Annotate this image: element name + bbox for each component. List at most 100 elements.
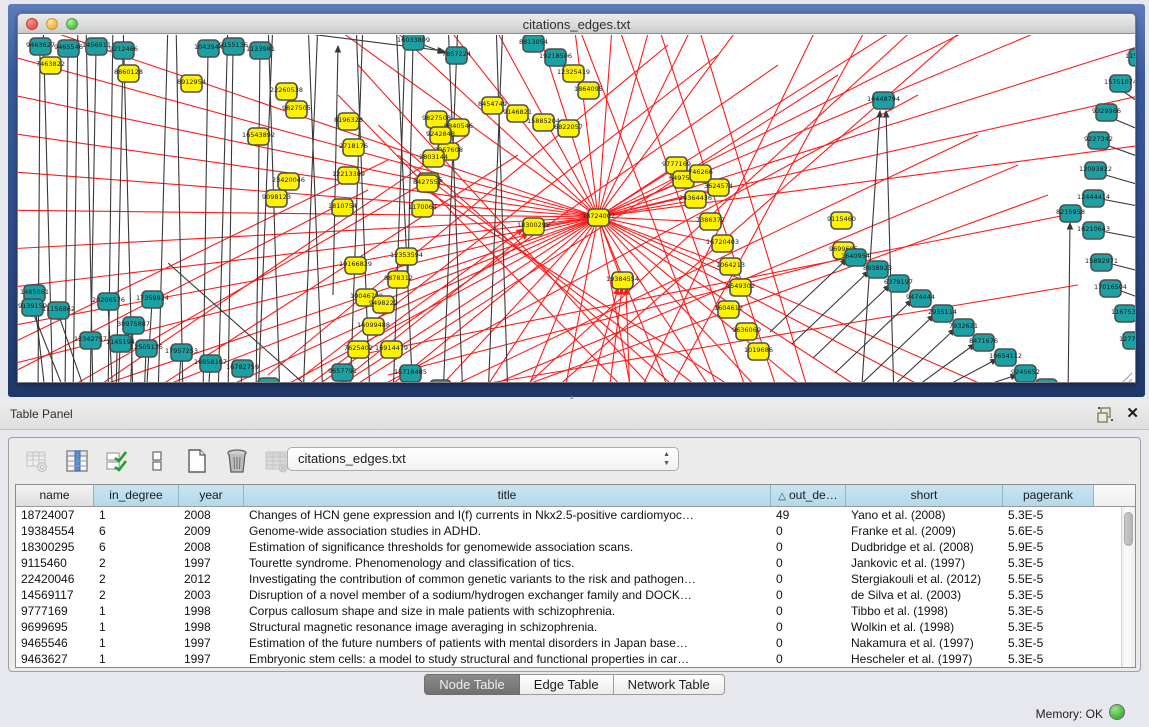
network-node[interactable]: 9155136 <box>219 38 248 55</box>
network-node[interactable]: 9245652 <box>1011 365 1040 382</box>
new-column-button[interactable] <box>183 447 211 475</box>
toggle-row-height-button[interactable] <box>143 447 171 475</box>
select-all-rows-button[interactable] <box>103 447 131 475</box>
column-header-pagerank[interactable]: pagerank <box>1003 485 1094 506</box>
table-row[interactable]: 977716911998Corpus callosum shape and si… <box>16 603 1121 619</box>
table-row[interactable]: 946554611997Estimation of the future num… <box>16 635 1121 651</box>
network-node[interactable]: 1604612 <box>714 301 743 318</box>
network-node[interactable]: 7463822 <box>36 57 65 74</box>
column-header-title[interactable]: title <box>244 485 771 506</box>
network-node[interactable]: 9636069 <box>732 323 761 340</box>
network-node[interactable]: 16543892 <box>242 128 275 145</box>
network-node[interactable]: 8427552 <box>413 175 442 192</box>
network-canvas[interactable]: 1872400774638228860128891295422260538982… <box>18 35 1135 382</box>
network-node[interactable]: 8196328 <box>334 113 363 130</box>
network-node[interactable]: 9657791 <box>328 364 357 381</box>
network-node[interactable]: 8860128 <box>114 65 143 82</box>
network-node[interactable]: 9465546 <box>54 40 83 57</box>
network-node[interactable]: 1864095 <box>574 82 603 99</box>
network-node[interactable]: 12325419 <box>557 65 590 82</box>
network-node[interactable]: 6822057 <box>554 120 583 137</box>
network-node[interactable]: 15892971 <box>1085 254 1118 271</box>
network-node[interactable]: 16448794 <box>867 92 900 109</box>
network-node[interactable]: 17359924 <box>136 291 169 308</box>
network-node[interactable]: 16099488 <box>357 318 390 335</box>
network-node[interactable]: 8215958 <box>1056 205 1085 222</box>
memory-status-indicator[interactable] <box>1109 704 1125 720</box>
column-header-year[interactable]: year <box>179 485 244 506</box>
select-columns-button[interactable] <box>63 447 91 475</box>
network-node[interactable]: 8938923 <box>863 261 892 278</box>
network-node[interactable]: 9212466 <box>109 42 138 59</box>
network-node[interactable]: 1151234 <box>1125 49 1135 66</box>
table-selector-dropdown[interactable]: citations_edges.txt ▲▼ <box>287 447 679 471</box>
network-node[interactable]: 1019686 <box>744 343 773 360</box>
table-row[interactable]: 1938455462009Genome-wide association stu… <box>16 523 1121 539</box>
network-node[interactable]: 7625402 <box>344 341 373 358</box>
network-node[interactable]: 22260538 <box>270 83 303 100</box>
table-row[interactable]: 1872400712008Changes of HCN gene express… <box>16 507 1121 523</box>
network-node[interactable]: 2935114 <box>928 305 957 322</box>
table-row[interactable]: 1830029562008Estimation of significance … <box>16 539 1121 555</box>
network-node[interactable]: 9827505 <box>282 101 311 118</box>
delete-column-button[interactable] <box>223 447 251 475</box>
network-node[interactable]: 9227342 <box>1084 132 1113 149</box>
network-node[interactable]: 10654112 <box>989 349 1022 366</box>
column-settings-button[interactable] <box>23 447 51 475</box>
network-node[interactable]: 7386372 <box>696 213 725 230</box>
network-node[interactable]: 1170064 <box>408 200 437 217</box>
close-panel-icon[interactable]: ✕ <box>1126 404 1139 422</box>
network-node[interactable]: 9242848 <box>426 127 455 144</box>
vertical-scrollbar[interactable] <box>1121 507 1135 667</box>
column-header-short[interactable]: short <box>846 485 1003 506</box>
network-node[interactable]: 16210643 <box>1077 222 1110 239</box>
network-node[interactable]: 9098123 <box>262 190 291 207</box>
network-node[interactable]: 9115460 <box>827 212 856 229</box>
network-node[interactable]: 8471676 <box>969 334 998 351</box>
network-node[interactable]: 2803144 <box>419 150 448 167</box>
table-row[interactable]: 1456911722003Disruption of a novel membe… <box>16 587 1121 603</box>
network-node[interactable]: 9474444 <box>906 290 935 307</box>
network-node[interactable]: 20206576 <box>92 293 125 310</box>
window-titlebar[interactable]: citations_edges.txt <box>18 14 1135 34</box>
network-node[interactable]: 15751074 <box>1104 75 1135 92</box>
network-node[interactable]: 7857224 <box>442 47 471 64</box>
network-node[interactable]: 30975887 <box>117 317 150 334</box>
network-node[interactable]: 1167533 <box>1111 305 1135 322</box>
column-header-in_degree[interactable]: in_degree <box>94 485 179 506</box>
network-node[interactable]: 1456911 <box>82 38 111 55</box>
table-row[interactable]: 946362711997Embryonic stem cells: a mode… <box>16 651 1121 667</box>
network-node[interactable]: 17016504 <box>1094 280 1127 297</box>
float-window-icon[interactable] <box>1097 406 1115 423</box>
tab-node-table[interactable]: Node Table <box>424 674 520 695</box>
network-node[interactable]: 19166829 <box>339 257 372 274</box>
network-canvas-area[interactable]: 1872400774638228860128891295422260538982… <box>18 35 1135 382</box>
scrollbar-thumb[interactable] <box>1124 512 1133 546</box>
network-node[interactable]: 8878312 <box>384 271 413 288</box>
network-node[interactable]: 16958107 <box>194 355 227 372</box>
network-node[interactable]: 12093822 <box>1079 162 1112 179</box>
network-node[interactable]: 23420046 <box>272 173 305 190</box>
column-header-name[interactable]: name <box>16 485 94 506</box>
network-node[interactable]: 1123981 <box>246 42 275 59</box>
network-node[interactable]: 18300295 <box>517 218 550 235</box>
network-node[interactable]: 1810754 <box>328 199 357 216</box>
network-node[interactable]: 12505135 <box>130 340 163 357</box>
tab-network-table[interactable]: Network Table <box>614 674 725 695</box>
network-node[interactable]: 12213389 <box>332 167 365 184</box>
network-node[interactable]: 1549302 <box>726 279 755 296</box>
network-node[interactable]: 9498222 <box>369 296 398 313</box>
network-node[interactable]: 8912954 <box>177 75 206 92</box>
network-node[interactable]: 6379197 <box>884 275 913 292</box>
network-node[interactable]: 9329966 <box>1092 104 1121 121</box>
network-node[interactable]: 16033809 <box>397 35 430 50</box>
network-node[interactable]: 12342757 <box>74 332 107 349</box>
network-node[interactable]: 16720403 <box>706 235 739 252</box>
network-node[interactable]: 7932621 <box>949 319 978 336</box>
network-node[interactable]: 12444414 <box>1077 190 1110 207</box>
network-node[interactable]: 1277635 <box>1119 332 1135 349</box>
table-row[interactable]: 2242004622012Investigating the contribut… <box>16 571 1121 587</box>
network-node[interactable]: 16914479 <box>375 341 408 358</box>
network-node[interactable]: 12923468 <box>252 378 285 382</box>
table-row[interactable]: 911546021997Tourette syndrome. Phenomeno… <box>16 555 1121 571</box>
